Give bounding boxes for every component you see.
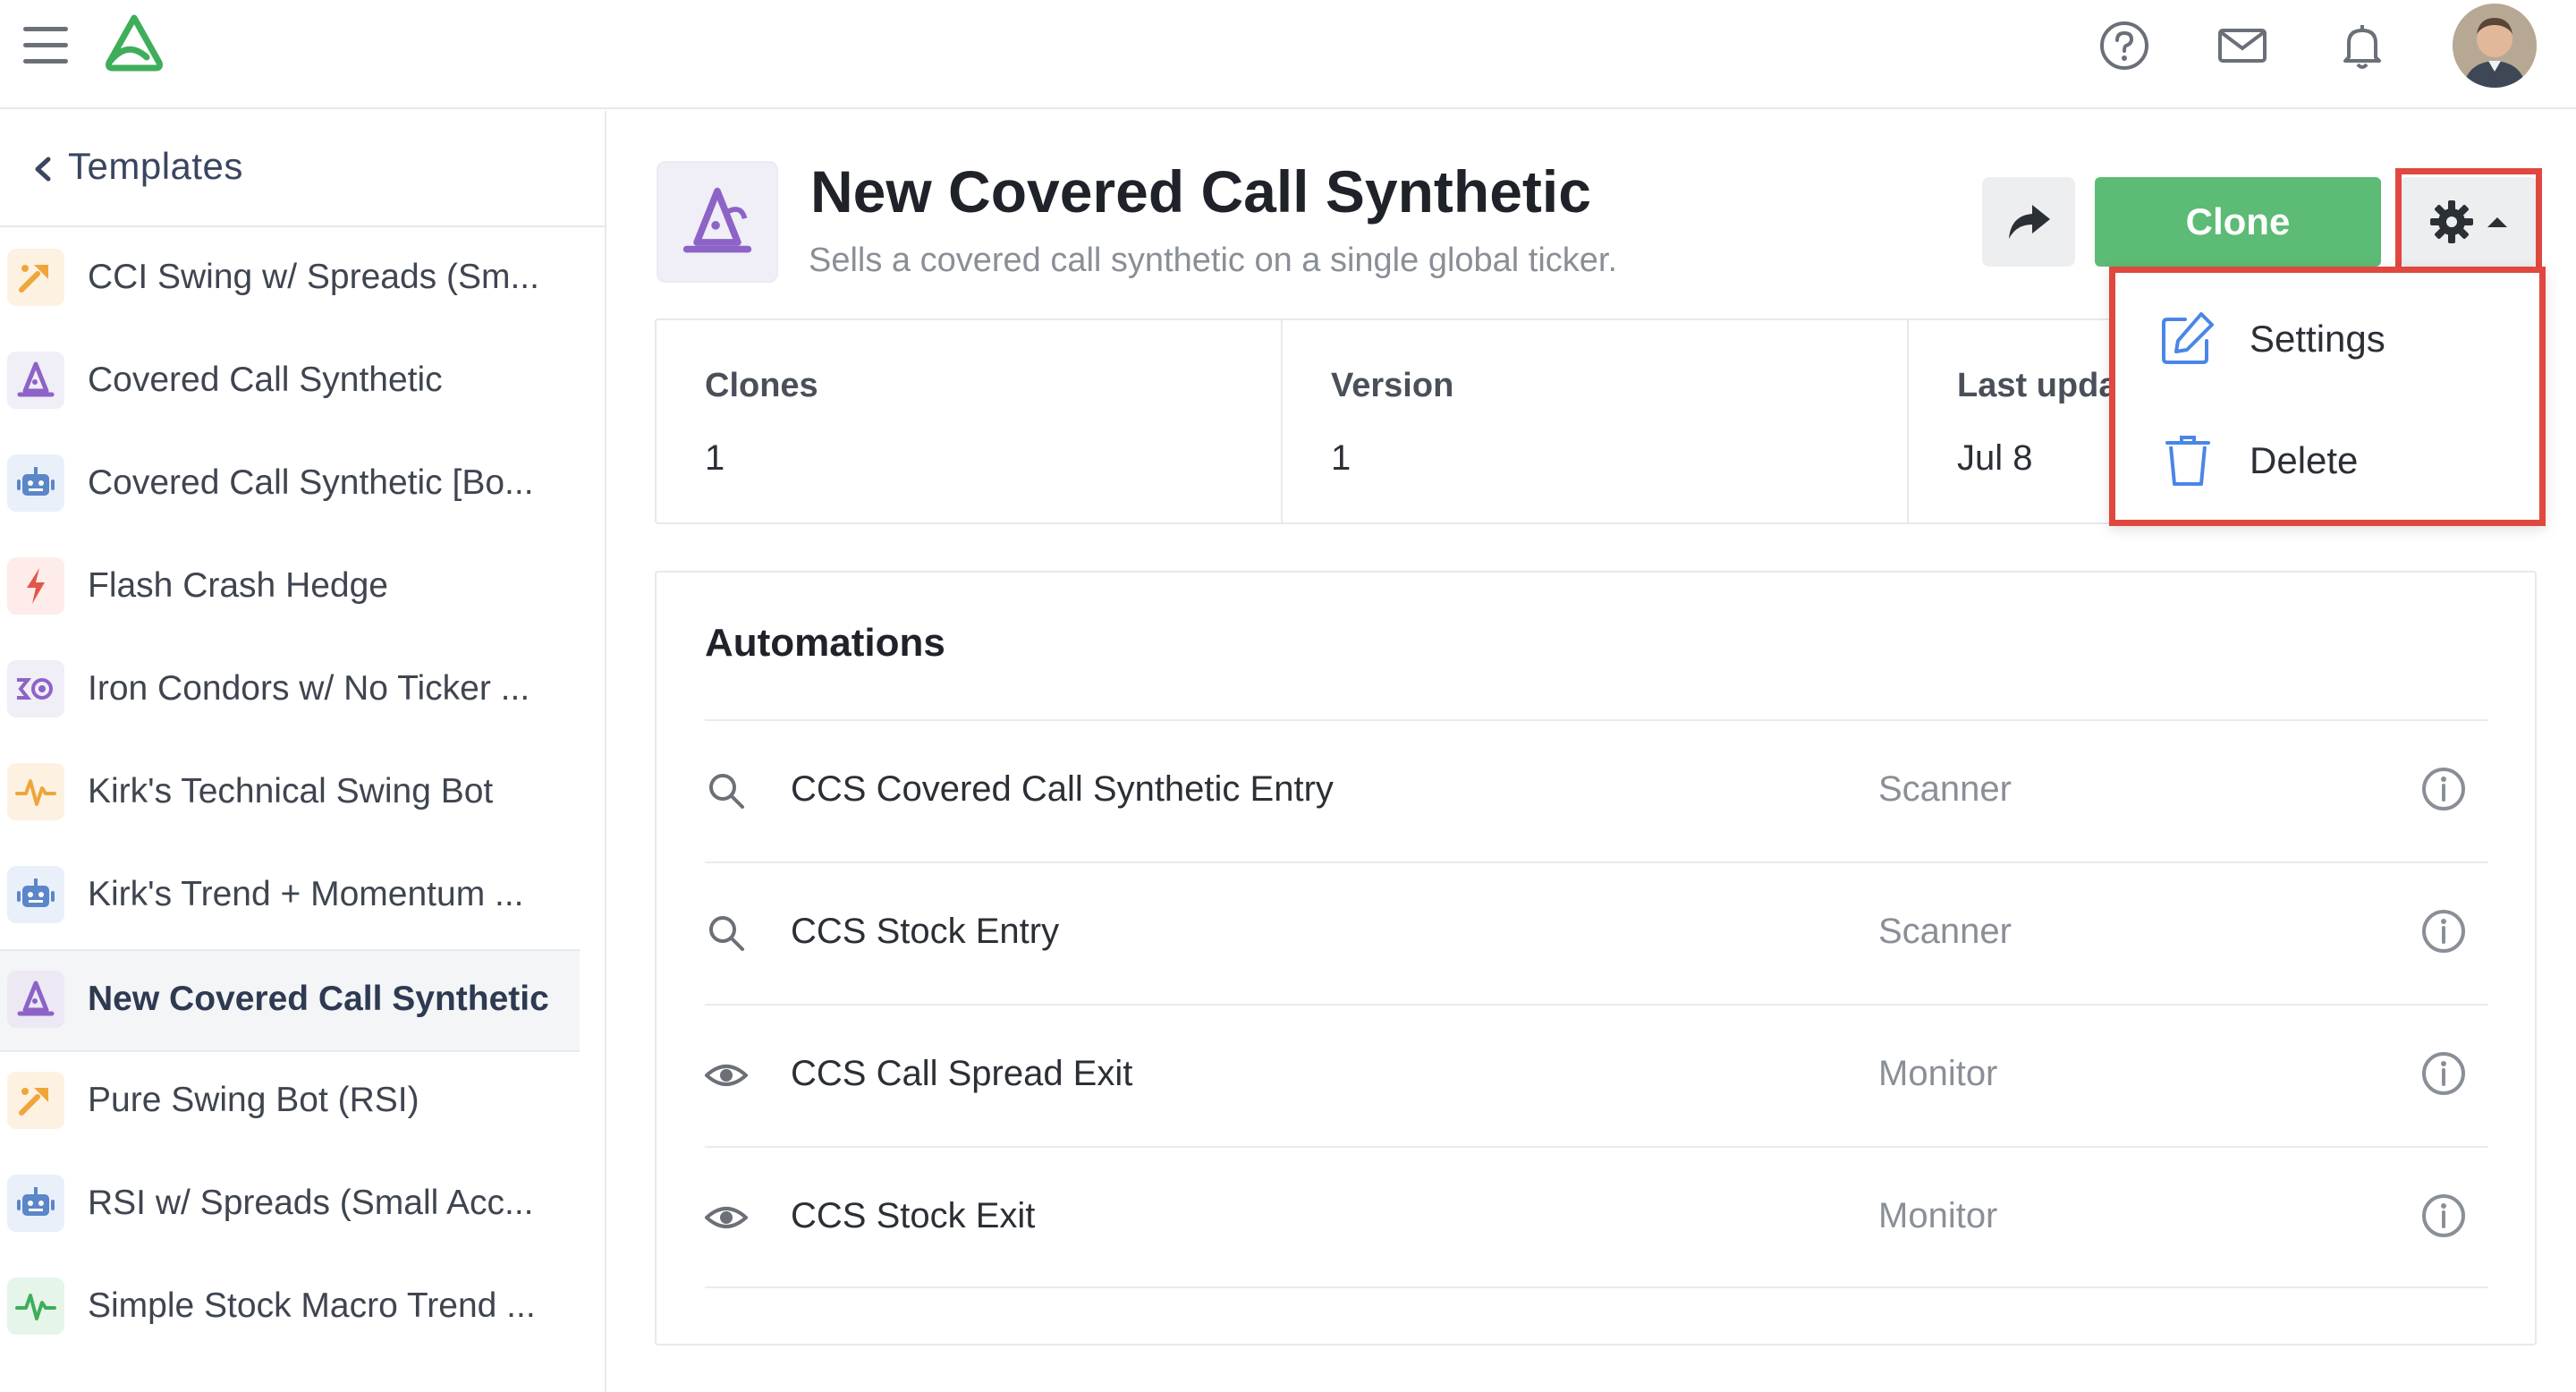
automation-type: Monitor xyxy=(1878,1196,1998,1235)
eye-icon xyxy=(705,1207,748,1228)
sidebar-item-label: Pure Swing Bot (RSI) xyxy=(88,1081,419,1119)
hamburger-icon[interactable] xyxy=(23,27,68,64)
automation-row[interactable]: CCS Stock Exit Monitor xyxy=(705,1146,2488,1288)
wizard-hat-icon xyxy=(7,352,64,409)
logo-icon[interactable] xyxy=(100,13,168,75)
automations-list: CCS Covered Call Synthetic Entry Scanner… xyxy=(705,719,2488,1288)
automation-name: CCS Call Spread Exit xyxy=(791,1054,1133,1093)
stat-label: Last upda xyxy=(1957,367,2118,404)
automation-name: CCS Covered Call Synthetic Entry xyxy=(791,769,1334,809)
wizard-hat-icon xyxy=(7,971,64,1028)
sidebar-item-flash-crash-hedge[interactable]: Flash Crash Hedge xyxy=(0,538,580,641)
automation-row[interactable]: CCS Stock Entry Scanner xyxy=(705,862,2488,1004)
sidebar-item-label: Kirk's Technical Swing Bot xyxy=(88,772,494,811)
sidebar-item-label: Flash Crash Hedge xyxy=(88,566,388,605)
automations-title: Automations xyxy=(705,621,945,665)
automation-name: CCS Stock Exit xyxy=(791,1196,1036,1235)
stat-version: Version 1 xyxy=(1283,320,1909,522)
sidebar-item-iron-condors[interactable]: Iron Condors w/ No Ticker ... xyxy=(0,641,580,743)
info-icon[interactable] xyxy=(2419,1191,2469,1241)
info-icon[interactable] xyxy=(2419,764,2469,814)
menu-item-settings[interactable]: Settings xyxy=(2115,282,2539,393)
sidebar-item-label: Covered Call Synthetic xyxy=(88,361,443,399)
share-arrow-icon xyxy=(2009,205,2050,239)
sidebar-item-rsi-spreads[interactable]: RSI w/ Spreads (Small Acc... xyxy=(0,1155,580,1258)
stat-label: Version xyxy=(1331,367,1454,404)
sidebar-item-pure-swing-bot[interactable]: Pure Swing Bot (RSI) xyxy=(0,1052,580,1155)
share-button[interactable] xyxy=(1982,177,2075,267)
sidebar-header: Templates xyxy=(0,111,605,227)
automation-type: Scanner xyxy=(1878,912,2012,951)
sidebar: Templates CCI Swing w/ Spreads (Sm... Co… xyxy=(0,111,606,1392)
caret-up-icon xyxy=(2487,217,2507,227)
bell-icon[interactable] xyxy=(2334,18,2390,73)
sparkle-arrow-icon xyxy=(7,249,64,306)
info-icon[interactable] xyxy=(2419,1048,2469,1099)
automation-row[interactable]: CCS Call Spread Exit Monitor xyxy=(705,1004,2488,1146)
eye-icon xyxy=(705,1065,748,1086)
sidebar-item-label: Kirk's Trend + Momentum ... xyxy=(88,875,524,913)
sidebar-item-new-covered-call-synthetic[interactable]: New Covered Call Synthetic xyxy=(0,949,580,1052)
stat-label: Clones xyxy=(705,367,818,404)
sidebar-item-kirks-trend-momentum[interactable]: Kirk's Trend + Momentum ... xyxy=(0,846,580,949)
sidebar-item-label: Simple Stock Macro Trend ... xyxy=(88,1286,536,1325)
sidebar-item-label: Iron Condors w/ No Ticker ... xyxy=(88,669,530,708)
menu-item-delete[interactable]: Delete xyxy=(2115,403,2539,514)
sidebar-item-cci-swing[interactable]: CCI Swing w/ Spreads (Sm... xyxy=(0,229,580,332)
page-title: New Covered Call Synthetic xyxy=(810,158,1591,225)
settings-menu-button[interactable] xyxy=(2401,177,2537,267)
sidebar-item-covered-call-synthetic[interactable]: Covered Call Synthetic xyxy=(0,332,580,435)
menu-item-label: Settings xyxy=(2250,318,2385,360)
search-icon xyxy=(709,916,744,951)
gear-icon xyxy=(2430,200,2473,243)
sidebar-item-label: CCI Swing w/ Spreads (Sm... xyxy=(88,258,539,296)
automation-name: CCS Stock Entry xyxy=(791,912,1060,951)
sidebar-item-simple-stock-macro-trend[interactable]: Simple Stock Macro Trend ... xyxy=(0,1258,580,1361)
menu-item-label: Delete xyxy=(2250,439,2359,481)
stat-value: 1 xyxy=(705,438,725,478)
sparkle-arrow-icon xyxy=(7,1072,64,1129)
automation-type: Monitor xyxy=(1878,1054,1998,1093)
avatar[interactable] xyxy=(2453,4,2537,88)
stat-value: Jul 8 xyxy=(1957,438,2033,478)
robot-icon xyxy=(7,454,64,512)
condor-icon xyxy=(7,660,64,717)
lightning-icon xyxy=(7,557,64,615)
settings-dropdown-menu: Settings Delete xyxy=(2109,267,2546,526)
automations-card: Automations CCS Covered Call Synthetic E… xyxy=(655,571,2537,1345)
search-icon xyxy=(709,774,744,809)
pulse-icon xyxy=(7,1277,64,1335)
pulse-icon xyxy=(7,763,64,820)
edit-icon xyxy=(2162,312,2214,364)
chevron-left-icon[interactable] xyxy=(21,147,66,191)
page-subtitle: Sells a covered call synthetic on a sing… xyxy=(809,242,1618,279)
stat-value: 1 xyxy=(1331,438,1352,478)
robot-icon xyxy=(7,1175,64,1232)
sidebar-item-label: Covered Call Synthetic [Bo... xyxy=(88,463,534,502)
trash-icon xyxy=(2165,436,2210,486)
template-list: CCI Swing w/ Spreads (Sm... Covered Call… xyxy=(0,229,580,1361)
sidebar-item-covered-call-synthetic-bot[interactable]: Covered Call Synthetic [Bo... xyxy=(0,435,580,538)
sidebar-item-label: New Covered Call Synthetic xyxy=(88,980,549,1018)
help-icon[interactable] xyxy=(2097,18,2152,73)
robot-icon xyxy=(7,866,64,923)
sidebar-title: Templates xyxy=(68,145,243,187)
clone-button[interactable]: Clone xyxy=(2095,177,2381,267)
mail-icon[interactable] xyxy=(2215,18,2270,73)
automation-row[interactable]: CCS Covered Call Synthetic Entry Scanner xyxy=(705,719,2488,862)
sidebar-item-kirks-technical-swing-bot[interactable]: Kirk's Technical Swing Bot xyxy=(0,743,580,846)
top-bar xyxy=(0,0,2576,109)
stat-clones: Clones 1 xyxy=(657,320,1283,522)
automation-type: Scanner xyxy=(1878,769,2012,809)
sidebar-item-label: RSI w/ Spreads (Small Acc... xyxy=(88,1184,534,1222)
wizard-hat-icon xyxy=(657,161,778,283)
info-icon[interactable] xyxy=(2419,906,2469,956)
